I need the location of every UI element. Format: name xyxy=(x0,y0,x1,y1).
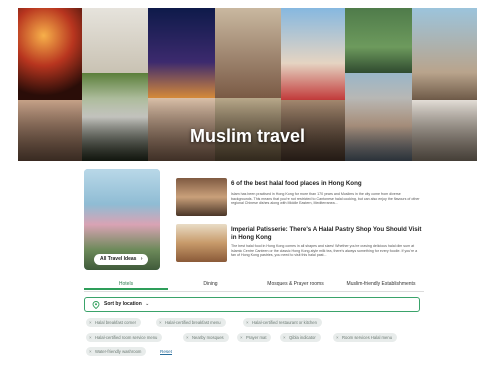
article-description: The best halal food in Hong Kong comes i… xyxy=(231,244,418,258)
remove-icon[interactable]: × xyxy=(89,318,92,327)
filter-chip[interactable]: × Room services Halal menu xyxy=(333,333,398,342)
tab-muslim-friendly-establishments[interactable]: Muslim-friendly Establishments xyxy=(338,278,424,290)
remove-icon[interactable]: × xyxy=(240,333,243,342)
location-pin-icon xyxy=(92,301,100,309)
category-tabs: Hotels Dining Mosques & Prayer rooms Mus… xyxy=(84,278,424,292)
tab-hotels[interactable]: Hotels xyxy=(84,278,168,290)
article-thumbnail xyxy=(176,224,227,262)
filter-chip[interactable]: × Qibla indicator xyxy=(280,333,321,342)
hero-tile-tram xyxy=(345,8,412,73)
article-item[interactable]: Imperial Patisserie: There's A Halal Pas… xyxy=(176,224,426,264)
remove-icon[interactable]: × xyxy=(159,318,162,327)
remove-icon[interactable]: × xyxy=(186,333,189,342)
filter-chip[interactable]: × Halal breakfast corner xyxy=(86,318,141,327)
travel-ideas-card[interactable]: All Travel Ideas › xyxy=(84,169,160,270)
hero-tile-harbour xyxy=(412,8,477,100)
chevron-right-icon: › xyxy=(140,256,143,262)
filter-chip[interactable]: × Halal-certified breakfast menu xyxy=(156,318,226,327)
hero-tile-dining xyxy=(215,8,281,98)
article-thumbnail xyxy=(176,178,227,216)
sort-label: Sort by location ⌄ xyxy=(104,301,150,307)
article-description: Islam has been practised in Hong Kong fo… xyxy=(231,192,420,206)
filter-chip[interactable]: × Water-friendly washroom xyxy=(86,347,147,356)
remove-icon[interactable]: × xyxy=(336,333,339,342)
remove-icon[interactable]: × xyxy=(246,318,249,327)
all-travel-ideas-button[interactable]: All Travel Ideas › xyxy=(94,254,149,265)
hero-tile-mosque xyxy=(82,8,148,73)
tab-dining[interactable]: Dining xyxy=(168,278,253,290)
chevron-down-icon: ⌄ xyxy=(145,301,150,307)
filter-chip[interactable]: × Prayer mat xyxy=(237,333,272,342)
all-travel-ideas-label: All Travel Ideas xyxy=(100,256,137,262)
remove-icon[interactable]: × xyxy=(283,333,286,342)
sort-by-location-dropdown[interactable]: Sort by location ⌄ xyxy=(84,297,420,312)
hero-tile-theme-park xyxy=(281,8,345,100)
article-title[interactable]: Imperial Patisserie: There's A Halal Pas… xyxy=(231,226,426,242)
filter-chip[interactable]: × Halal-certified room service menu xyxy=(86,333,163,342)
article-title[interactable]: 6 of the best halal food places in Hong … xyxy=(231,180,426,188)
remove-icon[interactable]: × xyxy=(89,333,92,342)
reset-filters-link[interactable]: Reset xyxy=(160,349,172,354)
filter-chip[interactable]: × Nearby mosques xyxy=(183,333,229,342)
hero-banner: Muslim travel xyxy=(18,8,477,161)
remove-icon[interactable]: × xyxy=(89,347,92,356)
page-title: Muslim travel xyxy=(189,126,306,146)
tab-mosques-prayer-rooms[interactable]: Mosques & Prayer rooms xyxy=(253,278,338,290)
filter-chip[interactable]: × Halal-certified restaurant or kitchen xyxy=(243,318,322,327)
hero-tile-fireworks xyxy=(18,8,82,100)
article-item[interactable]: 6 of the best halal food places in Hong … xyxy=(176,178,426,218)
hero-tile-night-skyline xyxy=(148,8,215,98)
